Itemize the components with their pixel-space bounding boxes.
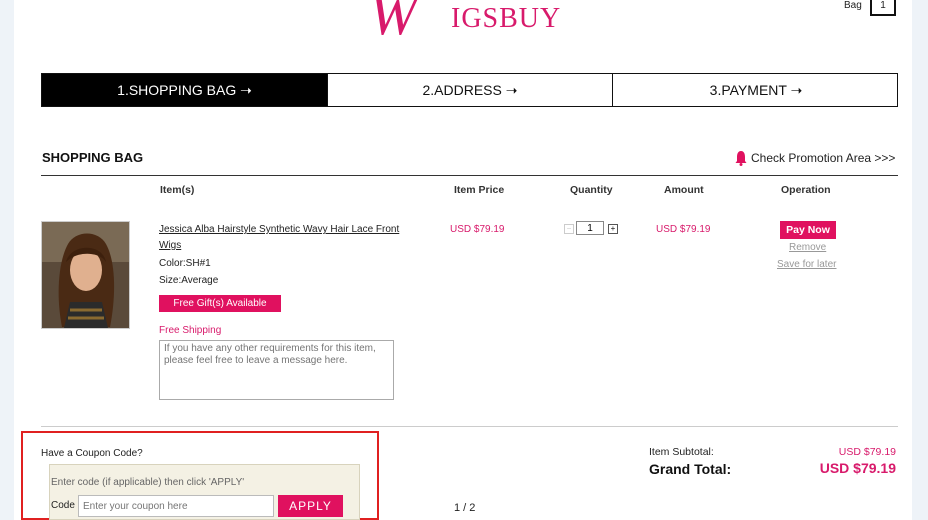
minus-icon[interactable]: − — [564, 224, 574, 234]
checkout-steps: 1.SHOPPING BAG ➝ 2.ADDRESS ➝ 3.PAYMENT ➝ — [41, 73, 898, 107]
step-shopping-bag[interactable]: 1.SHOPPING BAG ➝ — [42, 74, 327, 106]
item-price: USD $79.19 — [450, 224, 505, 235]
coupon-input[interactable] — [78, 495, 274, 517]
column-price: Item Price — [454, 184, 505, 196]
step-payment[interactable]: 3.PAYMENT ➝ — [612, 74, 899, 106]
coupon-title: Have a Coupon Code? — [41, 448, 143, 459]
pay-now-button[interactable]: Pay Now — [780, 221, 836, 239]
promotion-link[interactable]: Check Promotion Area >>> — [734, 150, 895, 166]
grand-total-label: Grand Total: — [649, 461, 732, 477]
page-indicator: 1 / 2 — [454, 502, 476, 514]
column-operation: Operation — [781, 184, 831, 196]
subtotal-value: USD $79.19 — [838, 446, 896, 458]
column-items: Item(s) — [160, 184, 195, 196]
apply-coupon-button[interactable]: APPLY — [278, 495, 343, 517]
quantity-input[interactable] — [576, 221, 604, 235]
subtotal-label: Item Subtotal: — [649, 446, 714, 458]
product-image[interactable] — [41, 221, 130, 329]
plus-icon[interactable]: + — [608, 224, 618, 234]
product-name-link[interactable]: Jessica Alba Hairstyle Synthetic Wavy Ha… — [159, 222, 409, 254]
product-color: Color:SH#1 — [159, 258, 211, 269]
section-title: SHOPPING BAG — [42, 150, 144, 165]
logo-initial: W — [369, 0, 418, 47]
page: W IGSBUY Bag 1 1.SHOPPING BAG ➝ 2.ADDRES… — [14, 0, 912, 520]
bell-icon — [735, 151, 747, 166]
item-divider — [41, 426, 898, 427]
bag-count: 1 — [870, 0, 896, 16]
logo-text: IGSBUY — [451, 3, 562, 34]
product-size: Size:Average — [159, 275, 219, 286]
item-message-field[interactable] — [159, 340, 394, 400]
grand-total-value: USD $79.19 — [819, 460, 896, 476]
header-divider — [41, 175, 898, 176]
free-shipping-label: Free Shipping — [159, 325, 222, 336]
promotion-link-label: Check Promotion Area >>> — [751, 151, 896, 165]
remove-link[interactable]: Remove — [789, 242, 826, 253]
product-photo — [42, 222, 129, 328]
coupon-code-label: Code — [51, 500, 75, 511]
column-quantity: Quantity — [570, 184, 613, 196]
save-for-later-link[interactable]: Save for later — [777, 259, 836, 270]
column-amount: Amount — [664, 184, 704, 196]
coupon-hint: Enter code (if applicable) then click 'A… — [51, 477, 245, 488]
free-gift-button[interactable]: Free Gift(s) Available — [159, 295, 281, 312]
item-amount: USD $79.19 — [656, 224, 711, 235]
bag-label: Bag — [844, 0, 862, 11]
step-address[interactable]: 2.ADDRESS ➝ — [327, 74, 612, 106]
